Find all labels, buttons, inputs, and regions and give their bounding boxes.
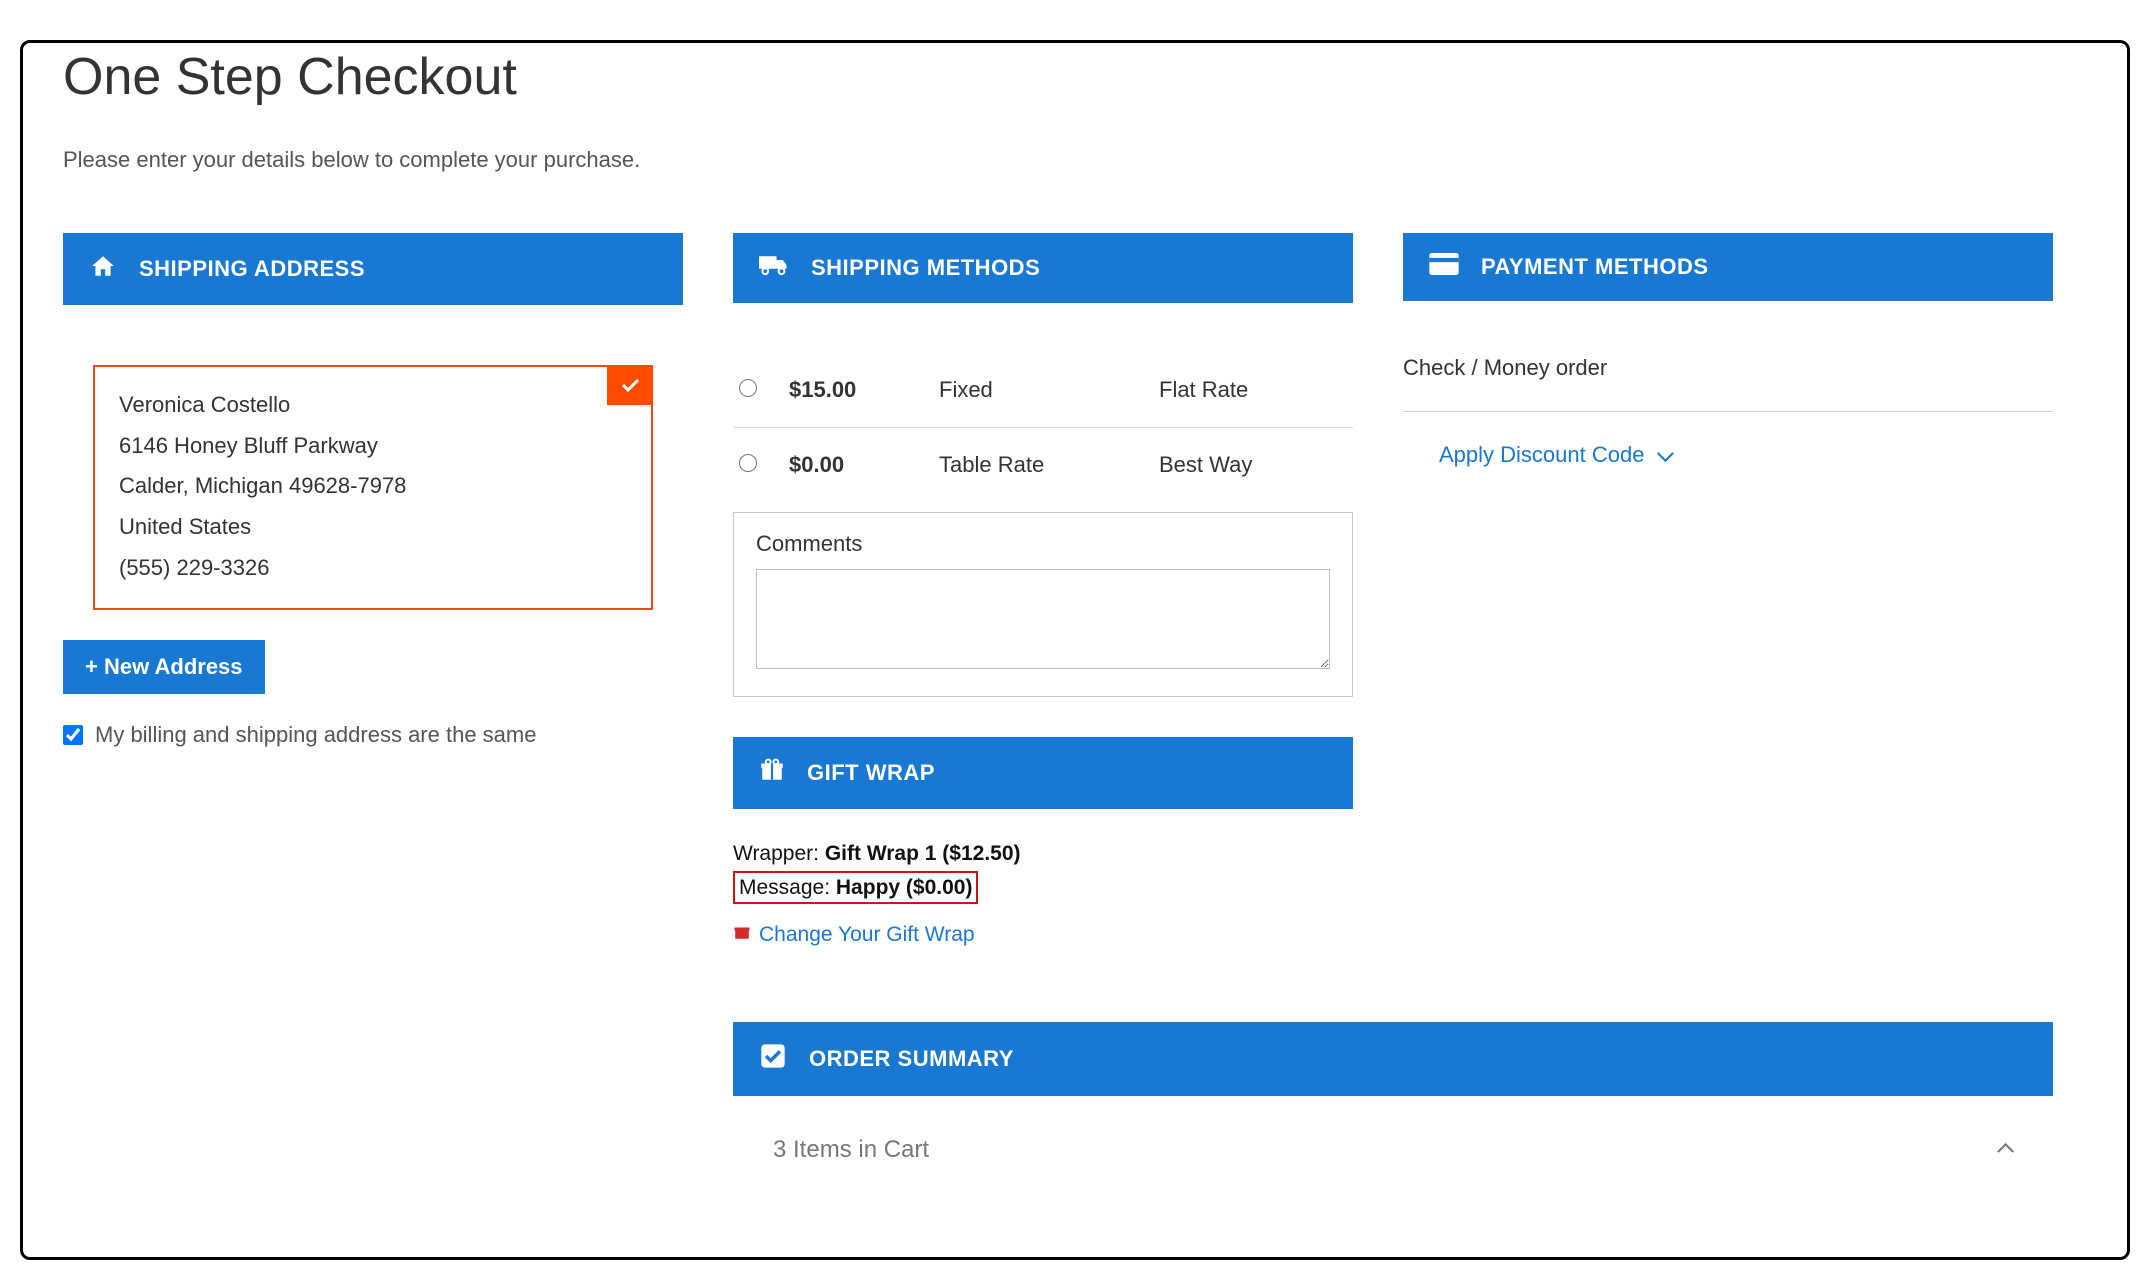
gift-wrap-message-label: Message: — [739, 876, 836, 899]
apply-discount-label: Apply Discount Code — [1439, 442, 1644, 468]
gift-wrap-wrapper-value: Gift Wrap 1 ($12.50) — [825, 842, 1021, 865]
gift-wrap-message-line: Message: Happy ($0.00) — [733, 871, 1353, 905]
cart-items-toggle[interactable]: 3 Items in Cart — [733, 1126, 2053, 1174]
page-subtitle: Please enter your details below to compl… — [63, 147, 2087, 173]
shipping-method-row[interactable]: $15.00 Fixed Flat Rate — [733, 353, 1353, 428]
billing-same-label: My billing and shipping address are the … — [95, 722, 536, 748]
shipping-methods-header: SHIPPING METHODS — [733, 233, 1353, 303]
shipping-method-carrier: Best Way — [1159, 452, 1347, 478]
new-address-button[interactable]: + New Address — [63, 640, 265, 694]
shipping-methods-column: SHIPPING METHODS $15.00 Fixed Flat Rate … — [733, 233, 1353, 1174]
shipping-methods-table: $15.00 Fixed Flat Rate $0.00 Table Rate … — [733, 353, 1353, 502]
shipping-address-column: SHIPPING ADDRESS Veronica Costello 6146 … — [63, 233, 683, 748]
address-street: 6146 Honey Bluff Parkway — [119, 426, 627, 467]
chevron-up-icon — [1997, 1143, 2014, 1160]
address-name: Veronica Costello — [119, 385, 627, 426]
shipping-method-price: $0.00 — [789, 452, 939, 478]
payment-methods-header-label: PAYMENT METHODS — [1481, 254, 1709, 280]
payment-method-item[interactable]: Check / Money order — [1403, 355, 2053, 412]
gift-wrap-message-value: Happy ($0.00) — [836, 876, 973, 899]
address-phone: (555) 229-3326 — [119, 548, 627, 589]
comments-box: Comments — [733, 512, 1353, 697]
payment-methods-header: PAYMENT METHODS — [1403, 233, 2053, 301]
address-selected-badge — [607, 365, 653, 405]
shipping-method-carrier: Flat Rate — [1159, 377, 1347, 403]
gift-small-icon — [733, 918, 751, 952]
apply-discount-link[interactable]: Apply Discount Code — [1439, 442, 2053, 468]
shipping-method-row[interactable]: $0.00 Table Rate Best Way — [733, 428, 1353, 502]
payment-column: PAYMENT METHODS Check / Money order Appl… — [1403, 233, 2053, 468]
shipping-methods-header-label: SHIPPING METHODS — [811, 255, 1040, 281]
gift-wrap-wrapper-label: Wrapper: — [733, 842, 825, 865]
checkout-frame: One Step Checkout Please enter your deta… — [20, 40, 2130, 1260]
shipping-method-radio[interactable] — [739, 379, 757, 397]
address-card[interactable]: Veronica Costello 6146 Honey Bluff Parkw… — [93, 365, 653, 610]
checkout-columns: SHIPPING ADDRESS Veronica Costello 6146 … — [63, 233, 2087, 1174]
comments-textarea[interactable] — [756, 569, 1330, 669]
shipping-method-name: Fixed — [939, 377, 1159, 403]
card-icon — [1429, 253, 1459, 281]
order-summary-header-label: ORDER SUMMARY — [809, 1046, 1014, 1072]
billing-same-checkbox-row[interactable]: My billing and shipping address are the … — [63, 722, 683, 748]
billing-same-checkbox[interactable] — [63, 725, 83, 745]
gift-icon — [759, 757, 785, 789]
page-title: One Step Checkout — [63, 47, 2087, 107]
address-city: Calder, Michigan 49628-7978 — [119, 466, 627, 507]
address-country: United States — [119, 507, 627, 548]
check-square-icon — [759, 1042, 787, 1076]
chevron-down-icon — [1657, 445, 1674, 462]
shipping-address-header-label: SHIPPING ADDRESS — [139, 256, 365, 282]
gift-wrap-header: GIFT WRAP — [733, 737, 1353, 809]
shipping-method-radio[interactable] — [739, 454, 757, 472]
order-summary-header: ORDER SUMMARY — [733, 1022, 2053, 1096]
cart-items-count: 3 Items in Cart — [773, 1136, 929, 1164]
change-gift-wrap-label: Change Your Gift Wrap — [759, 918, 975, 952]
change-gift-wrap-link[interactable]: Change Your Gift Wrap — [733, 918, 1353, 952]
shipping-method-name: Table Rate — [939, 452, 1159, 478]
gift-wrap-header-label: GIFT WRAP — [807, 760, 935, 786]
shipping-method-price: $15.00 — [789, 377, 939, 403]
comments-label: Comments — [756, 531, 1330, 557]
gift-wrap-wrapper-line: Wrapper: Gift Wrap 1 ($12.50) — [733, 837, 1353, 871]
truck-icon — [759, 253, 789, 283]
shipping-address-header: SHIPPING ADDRESS — [63, 233, 683, 305]
gift-wrap-body: Wrapper: Gift Wrap 1 ($12.50) Message: H… — [733, 837, 1353, 952]
home-icon — [89, 253, 117, 285]
